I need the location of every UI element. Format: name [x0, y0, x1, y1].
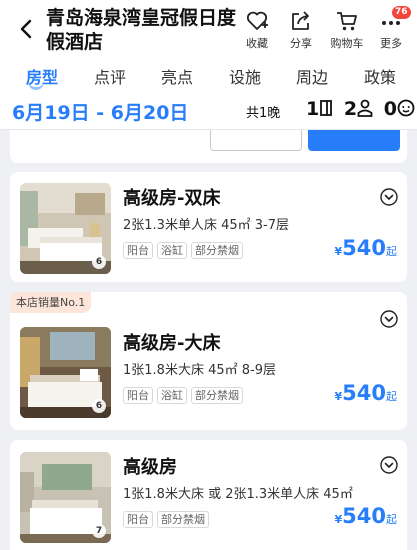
rooms-count: 1	[306, 98, 320, 120]
room-card[interactable]: 7 高级房 1张1.8米大床 或 2张1.3米单人床 45㎡ 阳台 部分禁烟 ¥5…	[10, 440, 407, 550]
share-label: 分享	[290, 37, 312, 50]
heart-plus-icon	[246, 11, 268, 30]
room-tag: 阳台	[123, 511, 153, 528]
previous-section-bottom	[10, 130, 407, 163]
tab-reviews[interactable]: 点评	[94, 64, 126, 88]
secondary-action-button[interactable]	[210, 130, 302, 151]
chevron-down-icon[interactable]	[380, 188, 398, 206]
price-amount: 540	[342, 504, 386, 528]
room-tag: 浴缸	[157, 387, 187, 404]
date-guest-bar[interactable]: 6月19日 - 6月20日 共1晚 1 2 0	[0, 92, 417, 130]
price-suffix: 起	[386, 390, 397, 403]
room-price[interactable]: ¥540起	[335, 504, 398, 528]
price-amount: 540	[342, 381, 386, 405]
room-name: 高级房-大床	[123, 333, 221, 354]
cart-button[interactable]: 购物车	[327, 10, 367, 51]
room-tag: 部分禁烟	[191, 387, 243, 404]
room-photo[interactable]: 6	[20, 327, 111, 418]
back-arrow-icon[interactable]	[16, 18, 38, 40]
room-tag: 部分禁烟	[191, 242, 243, 259]
share-button[interactable]: 分享	[281, 10, 321, 51]
children-count: 0	[383, 98, 397, 120]
adults-count: 2	[343, 98, 358, 120]
chevron-down-icon[interactable]	[380, 456, 398, 474]
bestseller-badge: 本店销量No.1	[10, 292, 92, 313]
room-photo[interactable]: 6	[20, 183, 111, 274]
cart-icon	[337, 12, 357, 31]
room-tags: 阳台 浴缸 部分禁烟	[123, 239, 247, 259]
price-currency: ¥	[334, 513, 343, 526]
room-card[interactable]: 6 高级房-双床 2张1.3米单人床 45㎡ 3-7层 阳台 浴缸 部分禁烟 ¥54…	[10, 172, 407, 282]
photo-count: 6	[92, 399, 106, 413]
notification-badge: 76	[392, 6, 411, 19]
chevron-down-icon[interactable]	[380, 310, 398, 328]
room-name: 高级房-双床	[123, 188, 221, 209]
section-tabs: 房型 点评 亮点 设施 周边 政策	[0, 58, 417, 92]
photo-count: 7	[92, 524, 106, 538]
room-tag: 阳台	[123, 387, 153, 404]
price-currency: ¥	[334, 245, 343, 258]
room-tag: 阳台	[123, 242, 153, 259]
room-description: 2张1.3米单人床 45㎡ 3-7层	[123, 218, 289, 233]
room-tags: 阳台 部分禁烟	[123, 508, 213, 528]
hotel-title: 青岛海泉湾皇冠假日度假酒店	[46, 7, 237, 53]
price-suffix: 起	[386, 513, 397, 526]
room-photo[interactable]: 7	[20, 452, 111, 543]
share-icon	[292, 11, 309, 30]
header-actions: 收藏 分享 购物车 76 更多	[237, 6, 417, 54]
active-tab-indicator	[28, 82, 44, 90]
room-card[interactable]: 本店销量No.1 6 高级房-大床 1张1.8米大床 45㎡ 8-9层 阳台 浴缸…	[10, 292, 407, 430]
cart-label: 购物车	[330, 37, 364, 50]
room-description: 1张1.8米大床 或 2张1.3米单人床 45㎡	[123, 487, 353, 502]
photo-count: 6	[92, 255, 106, 269]
room-tag: 浴缸	[157, 242, 187, 259]
room-description: 1张1.8米大床 45㎡ 8-9层	[123, 363, 276, 378]
adult-icon	[357, 99, 373, 117]
stay-dates[interactable]: 6月19日 - 6月20日	[12, 98, 188, 125]
child-face-icon	[397, 99, 415, 117]
tab-facilities[interactable]: 设施	[229, 64, 261, 88]
price-amount: 540	[342, 236, 386, 260]
tab-nearby[interactable]: 周边	[296, 64, 328, 88]
room-name: 高级房	[123, 457, 177, 478]
hotel-header: 青岛海泉湾皇冠假日度假酒店 收藏 分享 购物车 76 更多	[0, 0, 417, 58]
tab-policies[interactable]: 政策	[364, 64, 396, 88]
favorite-button[interactable]: 收藏	[237, 10, 277, 51]
favorite-label: 收藏	[246, 37, 268, 50]
price-suffix: 起	[386, 245, 397, 258]
price-currency: ¥	[334, 390, 343, 403]
tab-highlights[interactable]: 亮点	[161, 64, 193, 88]
more-button[interactable]: 76 更多	[371, 6, 411, 51]
nights-count: 共1晚	[246, 106, 281, 121]
room-price[interactable]: ¥540起	[335, 236, 398, 260]
room-door-icon	[320, 100, 333, 116]
guest-selector[interactable]: 1 2 0	[306, 98, 415, 120]
room-tag: 部分禁烟	[157, 511, 209, 528]
room-tags: 阳台 浴缸 部分禁烟	[123, 384, 247, 404]
primary-action-button[interactable]	[308, 130, 400, 151]
room-price[interactable]: ¥540起	[335, 381, 398, 405]
more-label: 更多	[380, 37, 402, 50]
